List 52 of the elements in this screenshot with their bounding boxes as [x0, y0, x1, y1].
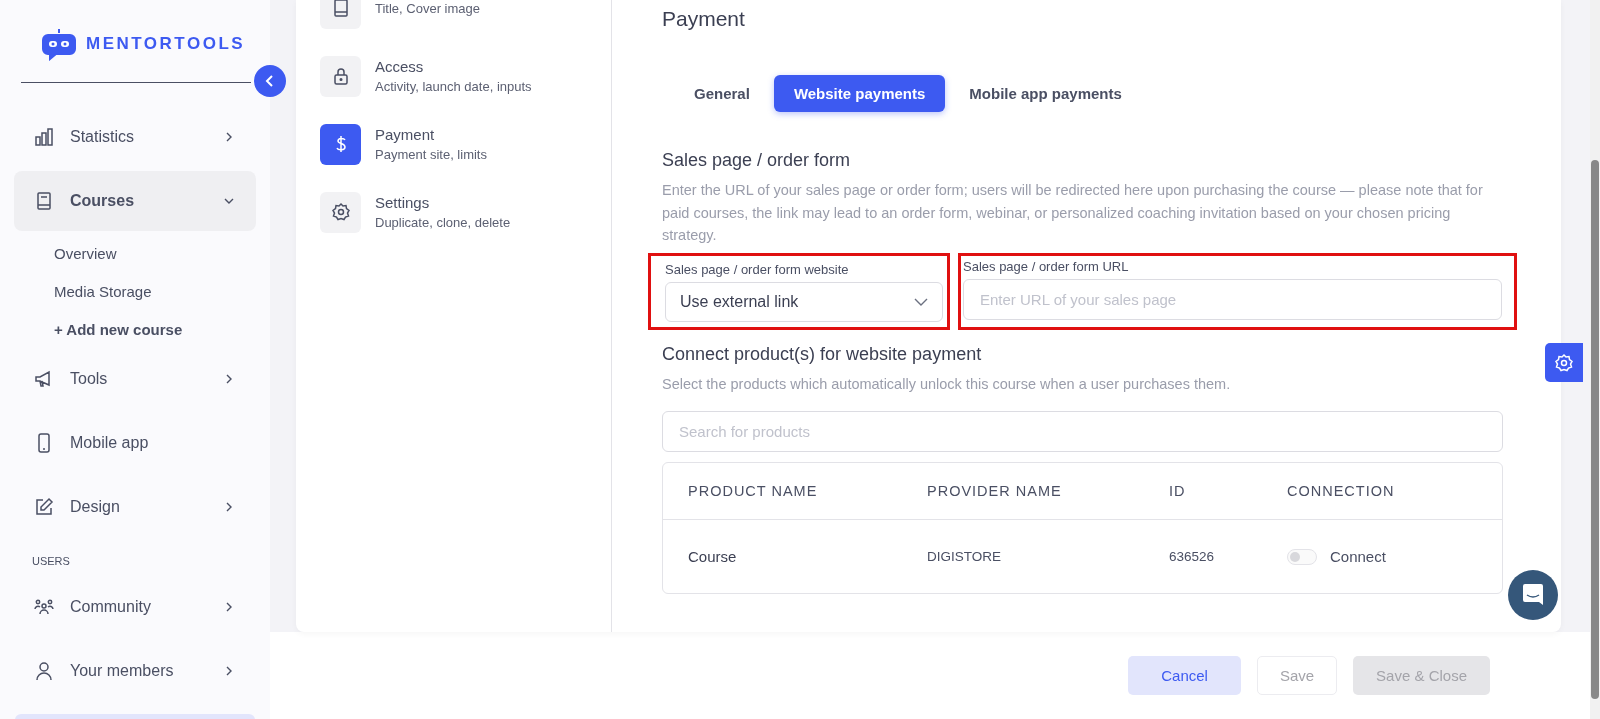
- column-header: PRODUCT NAME: [688, 483, 819, 499]
- section-label: USERS: [31, 554, 71, 569]
- url-input-field[interactable]: Enter URL of your sales page: [963, 278, 1502, 320]
- logo-text: MENTORTOOLS: [86, 34, 246, 54]
- pencil-icon: [34, 497, 54, 517]
- sidebar-item[interactable]: Community: [14, 577, 256, 637]
- section-heading: Connect product(s) for website payment: [662, 343, 983, 365]
- sidebar-item[interactable]: Tools: [14, 349, 256, 409]
- person-icon: [34, 661, 54, 681]
- column-header: PROVIDER NAME: [927, 483, 1063, 499]
- settings-nav-item[interactable]: Access Activity, launch date, inputs: [320, 42, 587, 110]
- people-icon: [34, 597, 54, 617]
- scrollbar[interactable]: [1590, 0, 1600, 719]
- submenu-item[interactable]: + Add new course: [14, 311, 256, 349]
- column-header: CONNECTION: [1287, 483, 1396, 499]
- search-field[interactable]: Search for products: [662, 411, 1503, 452]
- section-heading: Sales page / order form: [662, 150, 852, 171]
- section-description: Enter the URL of your sales page or order form; users will be redirected here upon purchasing the course — please note that for paid courses, the link may lead to an order form, webinar, or personalized coaching invitation based on your chosen pricing strategy.: [662, 181, 1484, 245]
- sidebar-item[interactable]: Mobile app: [14, 413, 256, 473]
- chevron-left-icon: [264, 74, 276, 88]
- tab[interactable]: Website payments: [773, 75, 946, 112]
- field-label: Sales page / order form URL: [963, 258, 1130, 274]
- book-icon: [34, 191, 54, 211]
- settings-nav-item[interactable]: Payment Payment site, limits: [320, 110, 587, 178]
- column-header: ID: [1169, 483, 1187, 499]
- tab[interactable]: General: [674, 75, 770, 112]
- table-cell-text: Course: [688, 548, 738, 565]
- toggle-switch[interactable]: [1287, 548, 1317, 565]
- sidebar-item[interactable]: Design: [14, 477, 256, 537]
- section-description: Select the products which automatically unlock this course when a user purchases them.: [662, 374, 1232, 394]
- toggle-label: Connect: [1330, 548, 1386, 565]
- settings-nav-item[interactable]: Settings Duplicate, clone, delete: [320, 178, 587, 246]
- sidebar-item[interactable]: Your members: [14, 641, 256, 701]
- chat-bubble-icon: [1522, 583, 1544, 607]
- field-label: Sales page / order form website: [665, 261, 850, 277]
- gear-icon: [1554, 352, 1574, 373]
- table-cell-text: 636526: [1169, 549, 1216, 564]
- submenu-item[interactable]: Overview: [14, 235, 256, 273]
- chart-icon: [34, 127, 54, 147]
- submenu-item[interactable]: Media Storage: [14, 273, 256, 311]
- cancel-button[interactable]: Cancel: [1128, 656, 1241, 695]
- collapse-sidebar-button[interactable]: [254, 65, 286, 97]
- settings-button[interactable]: [1545, 343, 1583, 382]
- panel-title: Payment: [662, 7, 746, 31]
- settings-nav-item[interactable]: Title, Cover image: [320, 0, 587, 42]
- sidebar-item[interactable]: Statistics: [14, 107, 256, 167]
- robot-logo-icon: [42, 27, 76, 61]
- sidebar-item[interactable]: Courses: [14, 171, 256, 231]
- caret-icon: [914, 297, 928, 306]
- website-select[interactable]: Use external link: [665, 281, 943, 322]
- table-cell-text: DIGISTORE: [927, 549, 1002, 564]
- tab[interactable]: Mobile app payments: [949, 75, 1142, 112]
